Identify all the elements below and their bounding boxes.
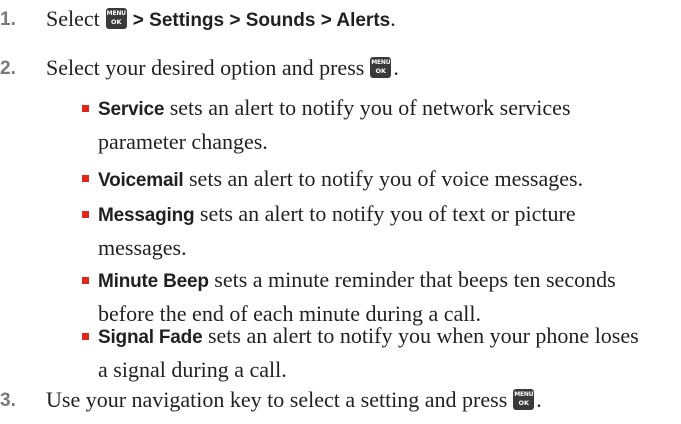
- option-line-1: sets a minute reminder that beeps ten se…: [208, 267, 616, 292]
- step-suffix: .: [390, 6, 396, 31]
- step-prefix: Select: [46, 6, 100, 31]
- bullet-square-icon: [82, 211, 89, 218]
- bullet-square-icon: [82, 333, 89, 340]
- option-line-2: messages.: [98, 235, 187, 260]
- option-description: Voicemail sets an alert to notify you of…: [98, 162, 678, 198]
- key-label-top: MENU: [514, 391, 534, 398]
- menu-ok-key-icon: MENU OK: [513, 389, 535, 410]
- step-number: 3.: [0, 390, 16, 411]
- step-3: 3. Use your navigation key to select a s…: [0, 386, 681, 420]
- key-label-bottom: OK: [518, 399, 530, 407]
- option-term: Service: [98, 99, 165, 120]
- option-signal-fade: Signal Fade sets an alert to notify you …: [82, 320, 652, 388]
- option-description: Messaging sets an alert to notify you of…: [98, 198, 678, 266]
- step-number: 2.: [0, 58, 16, 79]
- step-1: 1. Select MENU OK > Settings > Sounds > …: [0, 4, 681, 38]
- menu-ok-key-icon: MENU OK: [105, 8, 127, 29]
- bullet-square-icon: [82, 277, 89, 284]
- step-number: 1.: [0, 9, 16, 30]
- option-service: Service sets an alert to notify you of n…: [82, 92, 652, 160]
- option-term: Messaging: [98, 205, 195, 226]
- step-suffix: .: [536, 387, 542, 412]
- step-text: Use your navigation key to select a sett…: [46, 387, 542, 413]
- option-term: Minute Beep: [98, 271, 209, 292]
- instructions-page: 1. Select MENU OK > Settings > Sounds > …: [0, 0, 681, 424]
- option-description: Service sets an alert to notify you of n…: [98, 92, 678, 160]
- menu-ok-key-icon: MENU OK: [370, 57, 392, 78]
- menu-path: > Settings > Sounds > Alerts: [132, 10, 391, 31]
- key-label-bottom: OK: [110, 18, 122, 26]
- option-line-2: parameter changes.: [98, 129, 268, 154]
- bullet-square-icon: [82, 105, 89, 112]
- option-messaging: Messaging sets an alert to notify you of…: [82, 198, 652, 266]
- key-label-top: MENU: [106, 10, 126, 17]
- option-line-2: a signal during a call.: [98, 357, 287, 382]
- bullet-square-icon: [82, 175, 89, 182]
- key-label-bottom: OK: [375, 67, 387, 75]
- option-term: Voicemail: [98, 170, 184, 191]
- step-body: Use your navigation key to select a sett…: [46, 387, 508, 412]
- option-line-1: sets an alert to notify you of network s…: [164, 95, 571, 120]
- step-text: Select MENU OK > Settings > Sounds > Ale…: [46, 6, 396, 32]
- option-term: Signal Fade: [98, 327, 203, 348]
- option-line-1: sets an alert to notify you of text or p…: [194, 201, 576, 226]
- option-line-1: sets an alert to notify you when your ph…: [202, 323, 639, 348]
- step-suffix: .: [393, 55, 399, 80]
- option-voicemail: Voicemail sets an alert to notify you of…: [82, 162, 652, 196]
- option-description: Signal Fade sets an alert to notify you …: [98, 320, 678, 388]
- step-2: 2. Select your desired option and press …: [0, 54, 681, 88]
- step-text: Select your desired option and press MEN…: [46, 55, 399, 81]
- step-body: Select your desired option and press: [46, 55, 365, 80]
- key-label-top: MENU: [371, 59, 391, 66]
- option-line-1: sets an alert to notify you of voice mes…: [183, 166, 584, 191]
